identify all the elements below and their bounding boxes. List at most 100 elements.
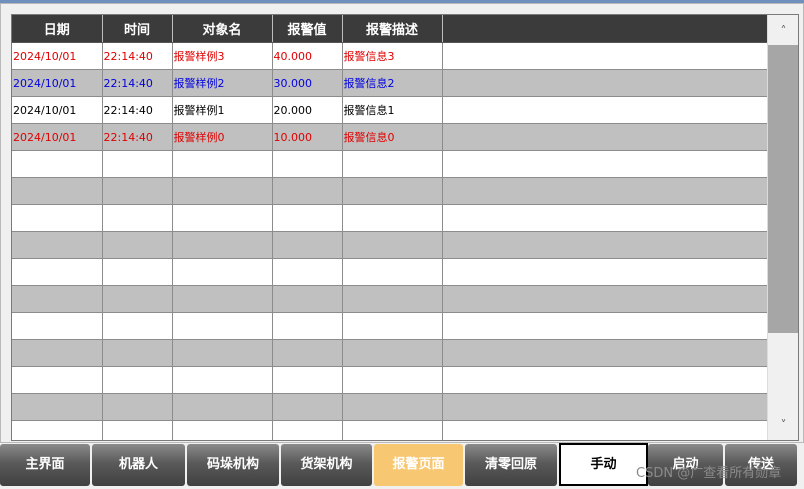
cell-alarm-value — [272, 366, 343, 394]
cell-time: 22:14:40 — [102, 42, 173, 70]
nav-button-manual[interactable]: 手动 — [559, 443, 648, 486]
cell-alarm-value — [272, 312, 343, 340]
vertical-scrollbar[interactable]: ˄ ˅ — [767, 15, 798, 440]
cell-alarm-description — [342, 339, 443, 367]
cell-blank — [442, 204, 768, 232]
cell-blank — [442, 123, 768, 151]
cell-alarm-description — [342, 177, 443, 205]
cell-object-name — [172, 420, 273, 440]
table-row[interactable] — [12, 177, 768, 205]
cell-date: 2024/10/01 — [12, 69, 103, 97]
table-row[interactable] — [12, 366, 768, 394]
cell-alarm-description — [342, 312, 443, 340]
table-row[interactable] — [12, 339, 768, 367]
cell-alarm-description: 报警信息2 — [342, 69, 443, 97]
nav-button-palletizer[interactable]: 码垛机构 — [187, 444, 279, 486]
cell-date — [12, 366, 103, 394]
cell-object-name — [172, 366, 273, 394]
table-row[interactable]: 2024/10/01 22:14:40 报警样例2 30.000 报警信息2 — [12, 69, 768, 97]
cell-alarm-value — [272, 177, 343, 205]
table-row[interactable]: 2024/10/01 22:14:40 报警样例3 40.000 报警信息3 — [12, 42, 768, 70]
alarm-grid: 日期 时间 对象名 报警值 报警描述 2024/10/01 22:14:40 报警样… — [11, 14, 799, 441]
cell-date: 2024/10/01 — [12, 42, 103, 70]
cell-blank — [442, 150, 768, 178]
cell-blank — [442, 339, 768, 367]
table-row[interactable]: 2024/10/01 22:14:40 报警样例1 20.000 报警信息1 — [12, 96, 768, 124]
cell-time — [102, 393, 173, 421]
cell-object-name — [172, 231, 273, 259]
cell-date: 2024/10/01 — [12, 123, 103, 151]
chevron-down-icon[interactable]: ˅ — [768, 414, 798, 436]
table-row[interactable] — [12, 204, 768, 232]
cell-alarm-description — [342, 231, 443, 259]
cell-object-name — [172, 204, 273, 232]
column-header-date[interactable]: 日期 — [12, 15, 103, 43]
nav-button-main[interactable]: 主界面 — [0, 444, 90, 486]
cell-alarm-description — [342, 285, 443, 313]
nav-button-alarm-page[interactable]: 报警页面 — [374, 444, 463, 486]
cell-blank — [442, 366, 768, 394]
table-row[interactable] — [12, 258, 768, 286]
cell-alarm-value — [272, 393, 343, 421]
cell-blank — [442, 231, 768, 259]
cell-blank — [442, 393, 768, 421]
cell-date — [12, 204, 103, 232]
table-row[interactable] — [12, 285, 768, 313]
cell-date — [12, 339, 103, 367]
cell-date — [12, 285, 103, 313]
cell-date — [12, 420, 103, 440]
table-row[interactable] — [12, 312, 768, 340]
cell-alarm-value: 20.000 — [272, 96, 343, 124]
column-header-object-name[interactable]: 对象名 — [172, 15, 273, 43]
cell-alarm-value — [272, 150, 343, 178]
column-header-alarm-value[interactable]: 报警值 — [272, 15, 343, 43]
cell-blank — [442, 96, 768, 124]
cell-time — [102, 366, 173, 394]
chevron-up-icon[interactable]: ˄ — [768, 20, 798, 42]
cell-alarm-description — [342, 204, 443, 232]
cell-alarm-description: 报警信息1 — [342, 96, 443, 124]
cell-object-name — [172, 312, 273, 340]
nav-button-shelf[interactable]: 货架机构 — [281, 444, 372, 486]
cell-alarm-value — [272, 204, 343, 232]
alarm-table: 日期 时间 对象名 报警值 报警描述 2024/10/01 22:14:40 报警样… — [12, 15, 768, 440]
table-row[interactable] — [12, 231, 768, 259]
cell-time — [102, 177, 173, 205]
cell-object-name: 报警样例0 — [172, 123, 273, 151]
cell-alarm-value — [272, 231, 343, 259]
table-row[interactable]: 2024/10/01 22:14:40 报警样例0 10.000 报警信息0 — [12, 123, 768, 151]
cell-object-name: 报警样例2 — [172, 69, 273, 97]
table-row[interactable] — [12, 150, 768, 178]
cell-blank — [442, 69, 768, 97]
cell-object-name — [172, 258, 273, 286]
cell-date — [12, 312, 103, 340]
cell-time — [102, 150, 173, 178]
column-header-blank — [442, 15, 768, 43]
cell-blank — [442, 177, 768, 205]
alarm-table-body: 2024/10/01 22:14:40 报警样例3 40.000 报警信息3 2024/1… — [12, 42, 768, 440]
cell-object-name: 报警样例3 — [172, 42, 273, 70]
nav-button-robot[interactable]: 机器人 — [92, 444, 185, 486]
cell-alarm-value — [272, 285, 343, 313]
table-row[interactable] — [12, 393, 768, 421]
cell-date — [12, 177, 103, 205]
scrollbar-thumb[interactable] — [768, 45, 798, 333]
cell-time: 22:14:40 — [102, 96, 173, 124]
cell-time: 22:14:40 — [102, 69, 173, 97]
cell-time — [102, 231, 173, 259]
cell-object-name — [172, 177, 273, 205]
column-header-alarm-description[interactable]: 报警描述 — [342, 15, 443, 43]
cell-object-name — [172, 150, 273, 178]
cell-time — [102, 420, 173, 440]
column-header-time[interactable]: 时间 — [102, 15, 173, 43]
cell-alarm-value — [272, 339, 343, 367]
cell-blank — [442, 42, 768, 70]
table-row[interactable] — [12, 420, 768, 440]
cell-time — [102, 258, 173, 286]
cell-time — [102, 339, 173, 367]
cell-alarm-description — [342, 366, 443, 394]
cell-alarm-value: 10.000 — [272, 123, 343, 151]
nav-button-reset-home[interactable]: 清零回原 — [465, 444, 557, 486]
cell-object-name — [172, 285, 273, 313]
cell-blank — [442, 285, 768, 313]
